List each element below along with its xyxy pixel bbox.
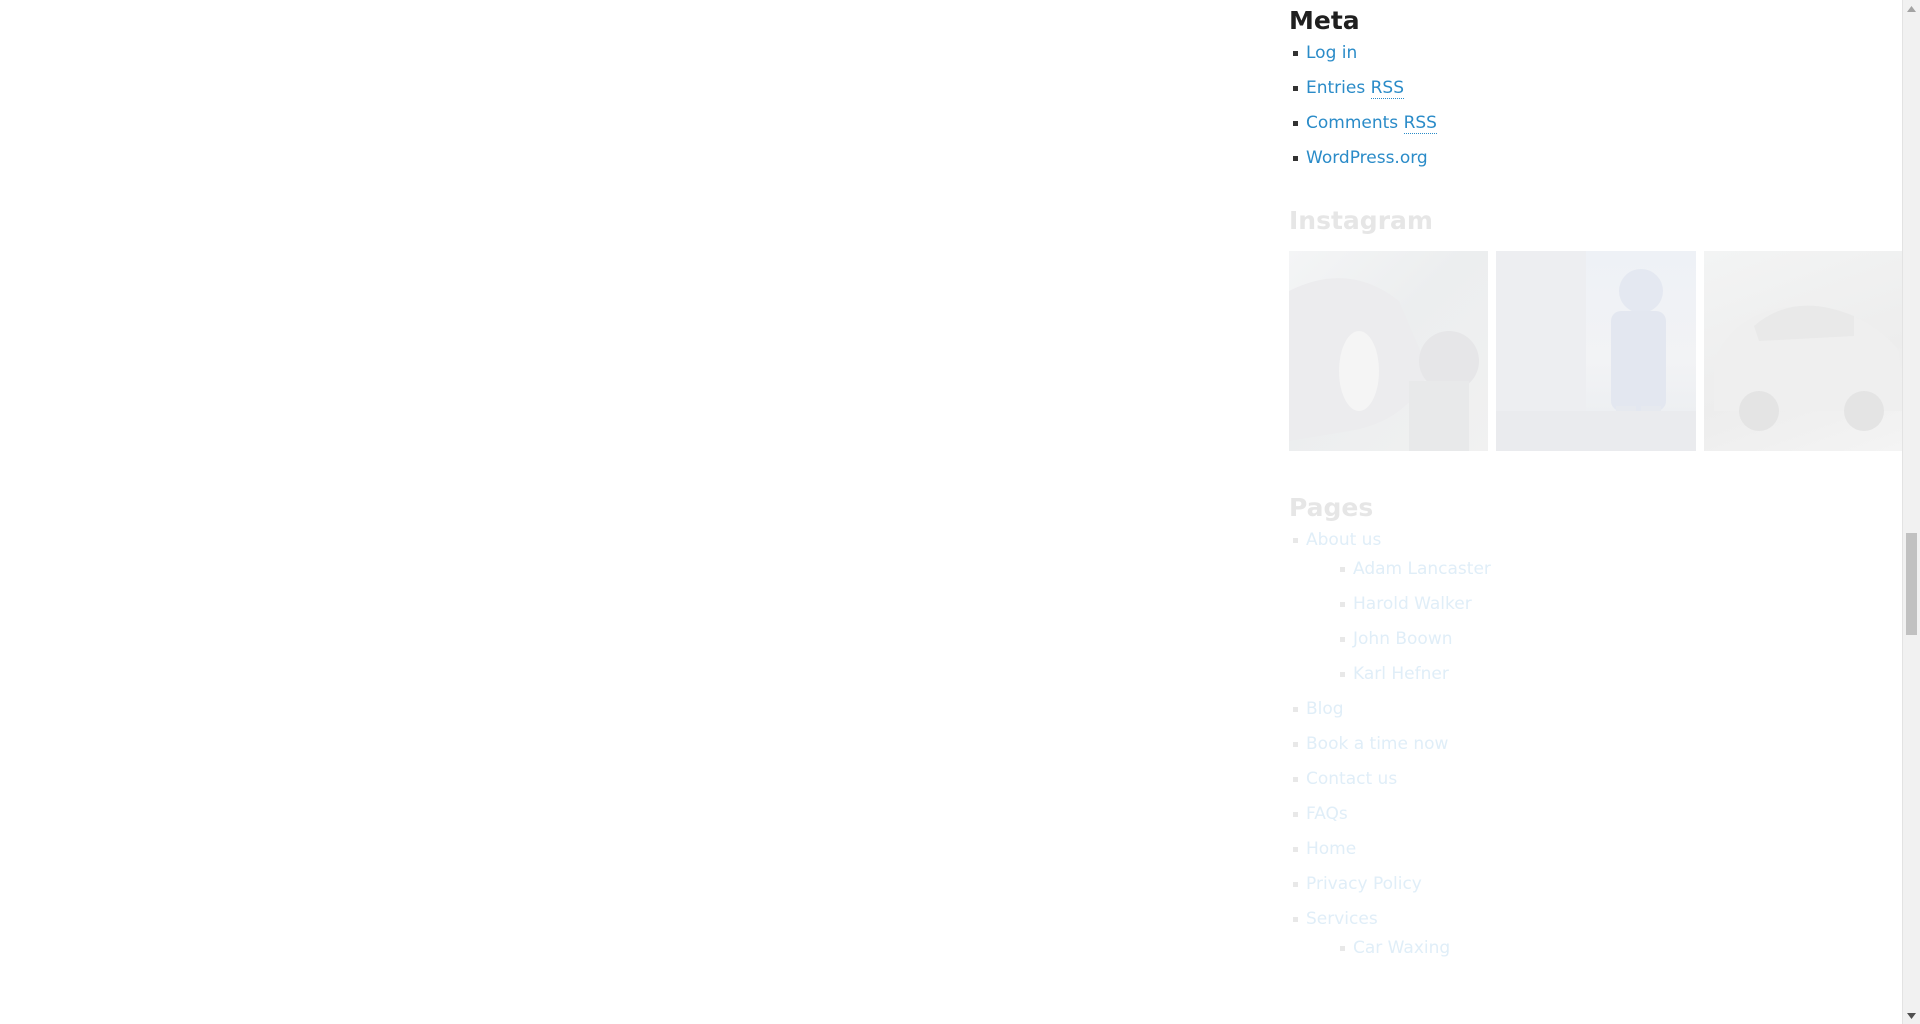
meta-widget: Meta Log in Entries RSS Comments RSS Wor…: [1289, 0, 1903, 176]
instagram-image-foamed-car[interactable]: [1703, 251, 1903, 451]
instagram-image-car-wash-1[interactable]: [1289, 251, 1489, 451]
list-item: Book a time now: [1289, 727, 1903, 762]
instagram-grid: [1289, 251, 1903, 451]
foamed-car-photo: [1713, 305, 1903, 431]
list-item: Adam Lancaster: [1336, 552, 1903, 587]
services-children: Car Waxing: [1306, 931, 1903, 966]
page: Meta Log in Entries RSS Comments RSS Wor…: [0, 0, 1920, 1024]
list-item: WordPress.org: [1289, 141, 1903, 176]
pages-widget: Pages About us Adam Lancaster Harold Wal…: [1289, 493, 1903, 966]
meta-list: Log in Entries RSS Comments RSS WordPres…: [1289, 36, 1903, 176]
meta-widget-title: Meta: [1289, 6, 1360, 35]
vertical-scrollbar[interactable]: [1902, 0, 1920, 1024]
car-wash-photo-2: [1496, 251, 1696, 451]
book-a-time-link[interactable]: Book a time now: [1306, 734, 1448, 754]
home-link[interactable]: Home: [1306, 839, 1356, 859]
list-item: Comments RSS: [1289, 106, 1903, 141]
list-item: John Boown: [1336, 622, 1903, 657]
privacy-policy-link[interactable]: Privacy Policy: [1306, 874, 1422, 894]
services-link[interactable]: Services: [1306, 909, 1378, 929]
instagram-widget: Instagram: [1289, 206, 1903, 451]
list-item: Car Waxing: [1336, 931, 1903, 966]
pages-widget-title: Pages: [1289, 493, 1374, 522]
list-item: About us Adam Lancaster Harold Walker Jo…: [1289, 523, 1903, 692]
triangle-down-icon[interactable]: [1903, 1007, 1920, 1024]
blog-link[interactable]: Blog: [1306, 699, 1344, 719]
john-boown-link[interactable]: John Boown: [1353, 629, 1453, 649]
harold-walker-link[interactable]: Harold Walker: [1353, 594, 1472, 614]
adam-lancaster-link[interactable]: Adam Lancaster: [1353, 559, 1491, 579]
list-item: Harold Walker: [1336, 587, 1903, 622]
rss-abbr: RSS: [1370, 78, 1405, 99]
list-item: Contact us: [1289, 762, 1903, 797]
karl-hefner-link[interactable]: Karl Hefner: [1353, 664, 1449, 684]
pages-list: About us Adam Lancaster Harold Walker Jo…: [1289, 523, 1903, 966]
about-us-children: Adam Lancaster Harold Walker John Boown …: [1306, 552, 1903, 692]
list-item: Services Car Waxing: [1289, 902, 1903, 966]
entries-link-label: Entries: [1306, 78, 1366, 98]
contact-us-link[interactable]: Contact us: [1306, 769, 1397, 789]
log-in-link[interactable]: Log in: [1306, 43, 1357, 63]
list-item: Home: [1289, 832, 1903, 867]
list-item: Log in: [1289, 36, 1903, 71]
car-wash-photo-1: [1289, 278, 1479, 451]
comments-link-label: Comments: [1306, 113, 1399, 133]
entries-rss-link[interactable]: Entries RSS: [1306, 78, 1405, 99]
list-item: Blog: [1289, 692, 1903, 727]
about-us-link[interactable]: About us: [1306, 530, 1381, 550]
list-item: Karl Hefner: [1336, 657, 1903, 692]
comments-rss-link[interactable]: Comments RSS: [1306, 113, 1437, 134]
faqs-link[interactable]: FAQs: [1306, 804, 1348, 824]
list-item: FAQs: [1289, 797, 1903, 832]
rss-abbr: RSS: [1403, 113, 1437, 134]
wordpress-org-link[interactable]: WordPress.org: [1306, 148, 1428, 168]
list-item: Entries RSS: [1289, 71, 1903, 106]
list-item: Privacy Policy: [1289, 867, 1903, 902]
car-waxing-link[interactable]: Car Waxing: [1353, 938, 1450, 958]
instagram-image-car-wash-2[interactable]: [1496, 251, 1696, 451]
instagram-widget-title: Instagram: [1289, 206, 1433, 235]
triangle-up-icon[interactable]: [1903, 0, 1920, 17]
scrollbar-thumb[interactable]: [1906, 533, 1917, 635]
faded-widgets: Instagram Pages About us Adam Lancaster …: [1289, 206, 1903, 966]
sidebar: Meta Log in Entries RSS Comments RSS Wor…: [1289, 0, 1903, 966]
